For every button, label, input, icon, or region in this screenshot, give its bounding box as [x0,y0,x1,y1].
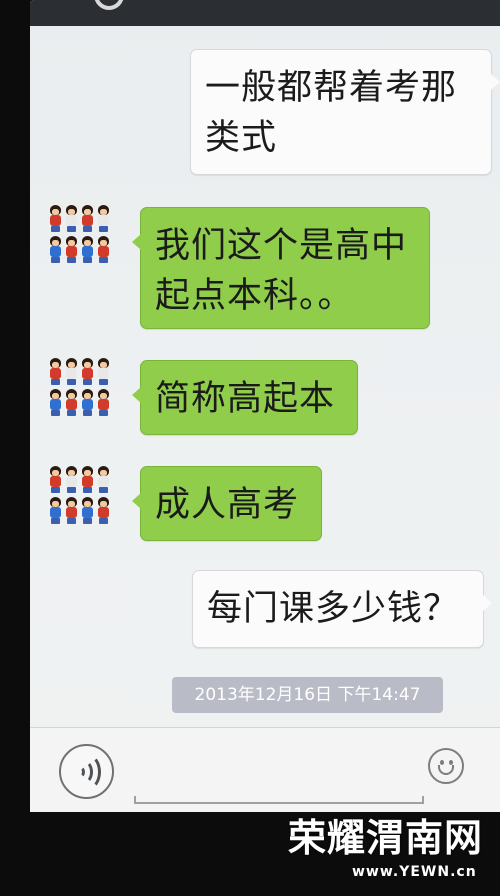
message-line: 一般都帮着考那 [205,68,458,108]
avatar-figure [96,389,110,417]
avatar-figure [64,236,78,264]
avatar-figure [64,205,78,233]
avatar-figure [80,205,94,233]
input-bar [30,727,500,812]
avatar-figure [48,205,62,233]
incoming-message-bubble[interactable]: 我们这个是高中 起点本科。。 [132,207,430,329]
message-timestamp: 2013年12月16日 下午14:47 [172,677,443,713]
avatar-figure [96,236,110,264]
avatar-figure [80,236,94,264]
incoming-message-bubble[interactable]: 成人高考 [132,466,322,541]
message-input[interactable] [134,770,424,804]
back-icon[interactable] [94,0,124,10]
avatar-figure [48,358,62,386]
avatar-figure [64,497,78,525]
message-line: 我们这个是高中 [155,226,408,266]
message-line: 类式 [205,118,278,158]
avatar-figure [64,389,78,417]
watermark-title: 荣耀渭南网 [288,815,484,860]
voice-icon[interactable] [59,744,114,799]
avatar-figure [96,497,110,525]
avatar-figure [48,236,62,264]
avatar-figure [96,205,110,233]
contact-avatar[interactable] [48,205,114,267]
avatar-figure [80,466,94,494]
site-watermark: 荣耀渭南网 www.YEWN.cn [288,814,488,884]
outgoing-message-bubble[interactable]: 每门课多少钱？ [192,570,492,648]
contact-avatar[interactable] [48,466,114,528]
avatar-figure [48,466,62,494]
avatar-figure [80,389,94,417]
chat-screen: 一般都帮着考那 类式 我们这个是高中 起点本科。。 简称高起本 成人高考 每门课… [30,0,500,812]
avatar-figure [96,358,110,386]
title-bar [30,0,500,26]
message-line: 每门课多少钱？ [207,589,460,629]
contact-avatar[interactable] [48,358,114,420]
outgoing-message-bubble[interactable]: 一般都帮着考那 类式 [190,49,500,175]
avatar-figure [48,389,62,417]
message-line: 起点本科。。 [155,276,354,316]
smiley-icon[interactable] [428,748,464,784]
message-line: 简称高起本 [155,379,336,419]
avatar-figure [64,466,78,494]
message-line: 成人高考 [155,485,300,525]
avatar-figure [64,358,78,386]
avatar-figure [80,497,94,525]
watermark-url: www.YEWN.cn [352,864,477,880]
avatar-figure [96,466,110,494]
incoming-message-bubble[interactable]: 简称高起本 [132,360,358,435]
avatar-figure [80,358,94,386]
avatar-figure [48,497,62,525]
